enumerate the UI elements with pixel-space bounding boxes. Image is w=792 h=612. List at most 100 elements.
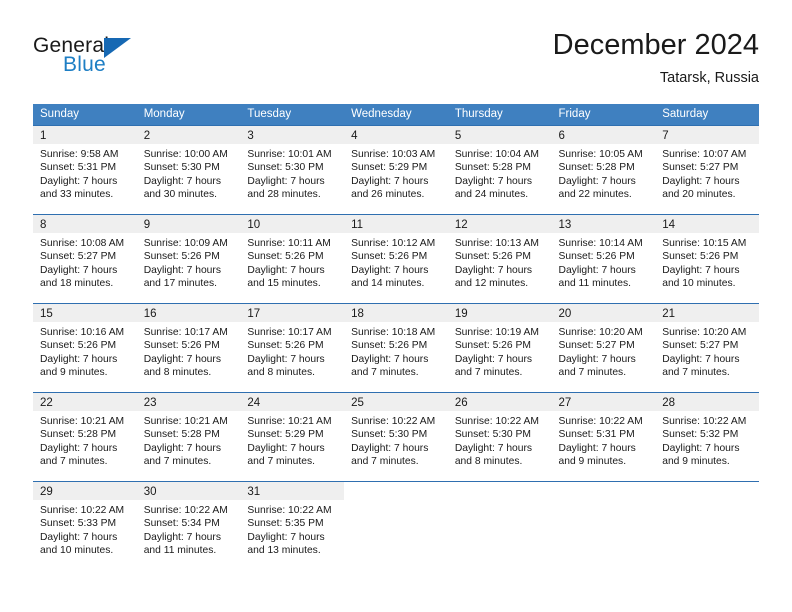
calendar-cell[interactable]: 7 Sunrise: 10:07 AM Sunset: 5:27 PM Dayligh…: [655, 125, 759, 215]
day-details: Sunrise: 10:05 AM Sunset: 5:28 PM Daylight…: [552, 144, 656, 202]
calendar-cell[interactable]: 17 Sunrise: 10:17 AM Sunset: 5:26 PM Daylig…: [240, 303, 345, 393]
calendar-cell[interactable]: 9 Sunrise: 10:09 AM Sunset: 5:26 PM Dayligh…: [136, 214, 241, 304]
day-details: Sunrise: 10:07 AM Sunset: 5:27 PM Daylight…: [655, 144, 759, 202]
calendar-week-row: 1 Sunrise: 9:58 AM Sunset: 5:31 PM Daylight…: [33, 125, 759, 215]
calendar-cell[interactable]: 3 Sunrise: 10:01 AM Sunset: 5:30 PM Dayligh…: [240, 125, 345, 215]
calendar-cell[interactable]: 12 Sunrise: 10:13 AM Sunset: 5:26 PM Daylig…: [447, 214, 552, 304]
day-number: 9: [143, 219, 151, 231]
sunset-text: Sunset: 5:34 PM: [143, 518, 220, 530]
sunrise-text: Sunrise: 10:11 AM: [247, 238, 331, 249]
day-number: [552, 482, 656, 485]
weekday-header-wednesday: Wednesday: [344, 104, 448, 126]
title-block: December 2024 Tatarsk, Russia: [553, 28, 759, 88]
calendar-cell[interactable]: 31 Sunrise: 10:22 AM Sunset: 5:35 PM Daylig…: [240, 481, 345, 571]
day-number: 22: [40, 397, 53, 409]
calendar-cell[interactable]: 14 Sunrise: 10:15 AM Sunset: 5:26 PM Daylig…: [655, 214, 759, 304]
calendar-cell[interactable]: 4 Sunrise: 10:03 AM Sunset: 5:29 PM Dayligh…: [344, 125, 448, 215]
calendar-cell[interactable]: 19 Sunrise: 10:19 AM Sunset: 5:26 PM Daylig…: [447, 303, 552, 393]
daylight-text-line2: and 7 minutes.: [662, 367, 730, 379]
sunrise-text: Sunrise: 10:15 AM: [662, 238, 747, 249]
daylight-text-line1: Daylight: 7 hours: [143, 531, 221, 543]
day-details: Sunrise: 10:17 AM Sunset: 5:26 PM Daylight…: [240, 322, 344, 380]
sunset-text: Sunset: 5:28 PM: [558, 162, 635, 174]
day-details: Sunrise: 10:22 AM Sunset: 5:30 PM Daylight…: [344, 411, 448, 469]
day-details: Sunrise: 10:19 AM Sunset: 5:26 PM Daylight…: [448, 322, 552, 380]
sunrise-text: Sunrise: 10:22 AM: [351, 416, 436, 427]
calendar-cell[interactable]: 23 Sunrise: 10:21 AM Sunset: 5:28 PM Daylig…: [136, 392, 241, 482]
daylight-text-line2: and 11 minutes.: [143, 545, 217, 557]
day-details: Sunrise: 10:00 AM Sunset: 5:30 PM Daylight…: [137, 144, 241, 202]
sunset-text: Sunset: 5:26 PM: [40, 340, 117, 352]
day-number: 5: [454, 130, 462, 142]
daylight-text-line1: Daylight: 7 hours: [143, 442, 221, 454]
calendar-cell[interactable]: 11 Sunrise: 10:12 AM Sunset: 5:26 PM Daylig…: [344, 214, 448, 304]
daylight-text-line1: Daylight: 7 hours: [40, 442, 118, 454]
sunrise-text: Sunrise: 10:17 AM: [143, 327, 228, 338]
sunrise-text: Sunrise: 10:22 AM: [247, 505, 332, 516]
day-number: [448, 482, 552, 485]
day-number: 31: [247, 486, 261, 498]
daylight-text-line2: and 15 minutes.: [247, 278, 321, 290]
calendar-cell[interactable]: 20 Sunrise: 10:20 AM Sunset: 5:27 PM Daylig…: [551, 303, 656, 393]
day-number: 10: [247, 219, 261, 231]
day-details: Sunrise: 10:03 AM Sunset: 5:29 PM Daylight…: [344, 144, 448, 202]
calendar-cell[interactable]: 13 Sunrise: 10:14 AM Sunset: 5:26 PM Daylig…: [551, 214, 656, 304]
daylight-text-line1: Daylight: 7 hours: [454, 353, 533, 365]
daylight-text-line2: and 13 minutes.: [247, 545, 321, 557]
day-details: Sunrise: 10:12 AM Sunset: 5:26 PM Daylight…: [344, 233, 448, 291]
calendar-cell[interactable]: 10 Sunrise: 10:11 AM Sunset: 5:26 PM Daylig…: [240, 214, 345, 304]
calendar-week-row: 29 Sunrise: 10:22 AM Sunset: 5:33 PM Daylig…: [33, 481, 759, 571]
calendar-cell[interactable]: 8 Sunrise: 10:08 AM Sunset: 5:27 PM Dayligh…: [33, 214, 137, 304]
calendar-cell[interactable]: 6 Sunrise: 10:05 AM Sunset: 5:28 PM Dayligh…: [551, 125, 656, 215]
day-details: Sunrise: 10:09 AM Sunset: 5:26 PM Daylight…: [137, 233, 241, 291]
calendar-cell[interactable]: 27 Sunrise: 10:22 AM Sunset: 5:31 PM Daylig…: [551, 392, 656, 482]
sunset-text: Sunset: 5:30 PM: [351, 429, 428, 441]
sunrise-text: Sunrise: 10:22 AM: [454, 416, 539, 427]
sunset-text: Sunset: 5:32 PM: [662, 429, 739, 441]
brand-logo[interactable]: General Blue: [33, 34, 233, 90]
day-details: Sunrise: 10:08 AM Sunset: 5:27 PM Daylight…: [33, 233, 137, 291]
daylight-text-line1: Daylight: 7 hours: [558, 442, 636, 454]
calendar-cell[interactable]: 1 Sunrise: 9:58 AM Sunset: 5:31 PM Daylight…: [33, 125, 137, 215]
sunset-text: Sunset: 5:29 PM: [351, 162, 428, 174]
day-number: 25: [351, 397, 364, 409]
sunset-text: Sunset: 5:27 PM: [662, 340, 739, 352]
calendar-cell[interactable]: 2 Sunrise: 10:00 AM Sunset: 5:30 PM Dayligh…: [136, 125, 241, 215]
sunrise-text: Sunrise: 10:05 AM: [558, 149, 643, 160]
daylight-text-line1: Daylight: 7 hours: [351, 175, 429, 187]
daylight-text-line2: and 12 minutes.: [454, 278, 529, 290]
day-details: Sunrise: 9:58 AM Sunset: 5:31 PM Daylight:…: [33, 144, 137, 202]
calendar-cell[interactable]: 29 Sunrise: 10:22 AM Sunset: 5:33 PM Daylig…: [33, 481, 137, 571]
day-number: 3: [247, 130, 254, 142]
calendar-cell[interactable]: 21 Sunrise: 10:20 AM Sunset: 5:27 PM Daylig…: [655, 303, 759, 393]
daylight-text-line1: Daylight: 7 hours: [143, 175, 221, 187]
sunrise-text: Sunrise: 10:16 AM: [40, 327, 125, 338]
daylight-text-line2: and 7 minutes.: [247, 456, 315, 468]
daylight-text-line2: and 7 minutes.: [454, 367, 523, 379]
daylight-text-line1: Daylight: 7 hours: [247, 353, 325, 365]
daylight-text-line2: and 7 minutes.: [351, 367, 419, 379]
daylight-text-line2: and 8 minutes.: [143, 367, 212, 379]
calendar-cell[interactable]: 15 Sunrise: 10:16 AM Sunset: 5:26 PM Daylig…: [33, 303, 137, 393]
calendar-cell[interactable]: 18 Sunrise: 10:18 AM Sunset: 5:26 PM Daylig…: [344, 303, 448, 393]
day-details: Sunrise: 10:22 AM Sunset: 5:31 PM Daylight…: [552, 411, 656, 469]
calendar-cell[interactable]: 5 Sunrise: 10:04 AM Sunset: 5:28 PM Dayligh…: [447, 125, 552, 215]
location-subtitle: Tatarsk, Russia: [659, 70, 759, 86]
day-details: Sunrise: 10:22 AM Sunset: 5:30 PM Daylight…: [448, 411, 552, 469]
sunset-text: Sunset: 5:26 PM: [351, 340, 428, 352]
calendar-cell[interactable]: 24 Sunrise: 10:21 AM Sunset: 5:29 PM Daylig…: [240, 392, 345, 482]
sunrise-text: Sunrise: 10:19 AM: [454, 327, 539, 338]
daylight-text-line1: Daylight: 7 hours: [662, 264, 740, 276]
daylight-text-line1: Daylight: 7 hours: [558, 175, 636, 187]
day-number: 13: [558, 219, 572, 231]
daylight-text-line2: and 10 minutes.: [662, 278, 736, 290]
calendar-cell[interactable]: 25 Sunrise: 10:22 AM Sunset: 5:30 PM Daylig…: [344, 392, 448, 482]
calendar-cell[interactable]: 22 Sunrise: 10:21 AM Sunset: 5:28 PM Daylig…: [33, 392, 137, 482]
calendar-cell[interactable]: 30 Sunrise: 10:22 AM Sunset: 5:34 PM Daylig…: [136, 481, 241, 571]
day-details: Sunrise: 10:20 AM Sunset: 5:27 PM Daylight…: [655, 322, 759, 380]
calendar-cell-empty: [655, 481, 759, 571]
calendar-cell[interactable]: 16 Sunrise: 10:17 AM Sunset: 5:26 PM Daylig…: [136, 303, 241, 393]
sunset-text: Sunset: 5:30 PM: [247, 162, 324, 174]
calendar-cell[interactable]: 26 Sunrise: 10:22 AM Sunset: 5:30 PM Daylig…: [447, 392, 552, 482]
calendar-cell[interactable]: 28 Sunrise: 10:22 AM Sunset: 5:32 PM Daylig…: [655, 392, 759, 482]
